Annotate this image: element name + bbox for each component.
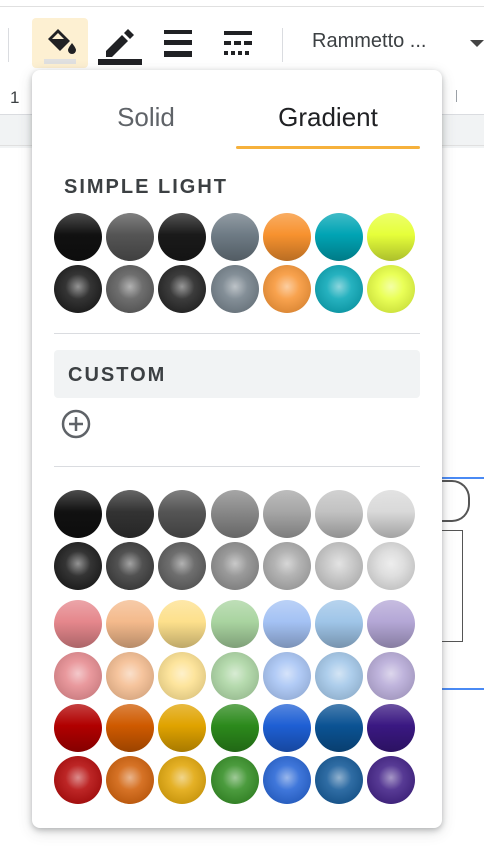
font-family-select[interactable]: Rammetto ... [312,30,426,53]
color-swatch[interactable] [262,213,311,261]
color-swatch[interactable] [54,600,102,648]
color-swatch[interactable] [106,265,155,313]
color-swatch[interactable] [210,213,259,261]
color-swatch[interactable] [315,704,363,752]
color-swatch[interactable] [106,542,155,590]
tab-gradient-indicator [236,146,420,149]
color-swatch[interactable] [315,542,363,590]
ruler-number: 1 [10,88,20,107]
border-weight-button[interactable] [150,18,206,68]
color-swatch[interactable] [158,652,207,700]
canvas-shape[interactable] [440,480,470,522]
color-swatch[interactable] [262,542,311,590]
color-swatch[interactable] [210,490,259,538]
color-swatch[interactable] [54,213,102,261]
color-swatch[interactable] [106,704,155,752]
color-swatch[interactable] [106,756,155,804]
color-swatch[interactable] [315,652,363,700]
color-swatch[interactable] [158,542,207,590]
color-swatch[interactable] [367,652,416,700]
color-swatch[interactable] [367,213,416,261]
color-swatch[interactable] [315,600,363,648]
color-swatch[interactable] [158,600,207,648]
color-swatch[interactable] [262,265,311,313]
color-swatch[interactable] [106,652,155,700]
ruler-tick [456,90,457,102]
color-swatch[interactable] [54,265,102,313]
color-swatch[interactable] [262,652,311,700]
color-swatch[interactable] [367,265,416,313]
color-swatch[interactable] [210,265,259,313]
color-swatch[interactable] [262,600,311,648]
color-picker-popup: Solid Gradient SIMPLE LIGHT CUSTOM [32,70,442,828]
divider [54,333,420,334]
color-swatch[interactable] [210,704,259,752]
color-swatch[interactable] [54,542,102,590]
color-swatch[interactable] [158,265,207,313]
border-color-icon [98,29,142,65]
color-swatch[interactable] [158,756,207,804]
plus-circle-icon[interactable] [60,408,92,440]
color-swatch[interactable] [106,490,155,538]
color-swatch[interactable] [315,213,363,261]
chevron-down-icon[interactable] [470,40,484,47]
color-swatch[interactable] [106,213,155,261]
border-weight-icon [164,30,192,57]
selection-line [442,688,484,690]
canvas-shape[interactable] [442,530,463,642]
color-swatch[interactable] [210,756,259,804]
fill-color-icon [44,29,76,64]
color-swatch[interactable] [367,490,416,538]
color-swatch[interactable] [367,542,416,590]
color-swatch[interactable] [367,704,416,752]
selection-line [442,477,484,479]
custom-label: CUSTOM [68,364,167,386]
color-swatch[interactable] [158,213,207,261]
toolbar-separator [282,28,283,62]
color-swatch[interactable] [210,600,259,648]
color-swatch[interactable] [210,652,259,700]
color-swatch[interactable] [54,652,102,700]
color-swatch[interactable] [210,542,259,590]
divider [54,466,420,467]
tab-solid[interactable]: Solid [56,102,236,133]
border-color-button[interactable] [92,18,148,68]
simple-light-label: SIMPLE LIGHT [64,176,228,198]
border-dash-button[interactable] [210,18,266,68]
color-swatch[interactable] [367,600,416,648]
tab-gradient[interactable]: Gradient [238,102,418,133]
color-swatch[interactable] [54,704,102,752]
color-swatch[interactable] [315,756,363,804]
color-swatch[interactable] [158,704,207,752]
fill-color-button[interactable] [32,18,88,68]
border-dash-icon [224,31,252,55]
color-swatch[interactable] [367,756,416,804]
color-swatch[interactable] [262,756,311,804]
color-swatch[interactable] [262,704,311,752]
color-swatch[interactable] [262,490,311,538]
toolbar-top-border [0,6,484,7]
color-swatch[interactable] [158,490,207,538]
color-swatch[interactable] [315,265,363,313]
toolbar-separator [8,28,9,62]
color-swatch[interactable] [315,490,363,538]
color-swatch[interactable] [54,756,102,804]
color-swatch[interactable] [106,600,155,648]
color-swatch[interactable] [54,490,102,538]
